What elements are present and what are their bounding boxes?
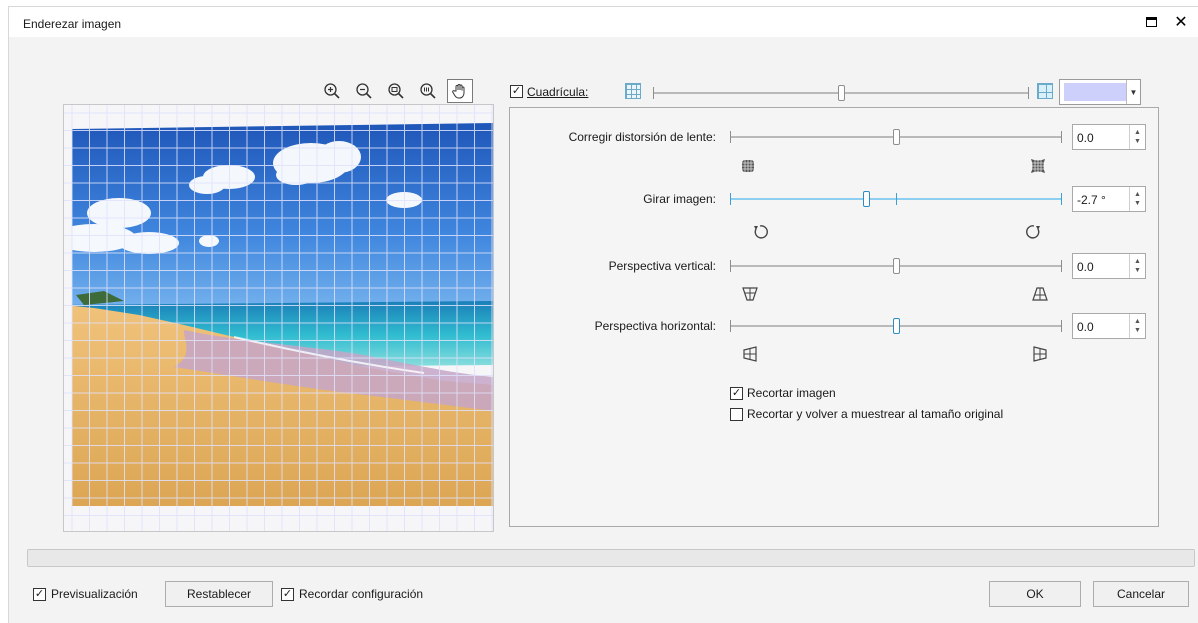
horizontal-perspective-field[interactable]: 0.0 ▲ ▼ xyxy=(1072,313,1146,339)
zoom-fit-button[interactable] xyxy=(383,79,409,103)
zoom-in-button[interactable] xyxy=(319,79,345,103)
crop-resample-label: Recortar y volver a muestrear al tamaño … xyxy=(747,407,1004,421)
close-button[interactable]: ✕ xyxy=(1169,11,1193,33)
crop-image-checkbox[interactable]: ✓ xyxy=(730,386,743,400)
remember-settings-checkbox[interactable]: ✓ xyxy=(281,587,294,601)
perspective-top-wide-icon xyxy=(742,287,758,301)
remember-settings-option[interactable]: ✓ Recordar configuración xyxy=(281,587,423,601)
crop-resample-checkbox[interactable] xyxy=(730,407,743,421)
grid-size-slider[interactable] xyxy=(653,85,1029,101)
dialog-window: Enderezar imagen ✕ ✓ Cuadrícula: ▼ Corre… xyxy=(8,6,1198,623)
remember-settings-label: Recordar configuración xyxy=(299,587,424,601)
maximize-icon xyxy=(1145,17,1157,27)
close-icon: ✕ xyxy=(1174,14,1188,31)
maximize-button[interactable] xyxy=(1139,11,1163,33)
rotate-image-field[interactable]: -2.7 ° ▲ ▼ xyxy=(1072,186,1146,212)
ok-button[interactable]: OK xyxy=(989,581,1081,607)
perspective-bottom-wide-icon xyxy=(1032,287,1048,301)
zoom-in-icon xyxy=(324,83,340,99)
dialog-title: Enderezar imagen xyxy=(23,17,122,31)
title-bar: Enderezar imagen ✕ xyxy=(9,7,1198,37)
spin-arrows-icon[interactable]: ▲ ▼ xyxy=(1129,254,1145,278)
spin-arrows-icon[interactable]: ▲ ▼ xyxy=(1129,314,1145,338)
zoom-out-button[interactable] xyxy=(351,79,377,103)
spin-arrows-icon[interactable]: ▲ ▼ xyxy=(1129,125,1145,149)
preview-checkbox[interactable]: ✓ xyxy=(33,587,46,601)
progress-bar xyxy=(27,549,1195,567)
correction-settings-panel: Corregir distorsión de lente: 0.0 ▲ ▼ Gir… xyxy=(509,107,1159,527)
chevron-down-icon[interactable]: ▼ xyxy=(1126,80,1140,104)
zoom-actual-icon xyxy=(420,83,436,99)
small-grid-icon xyxy=(625,83,641,99)
rotate-image-thumb[interactable] xyxy=(863,191,870,207)
crop-image-label: Recortar imagen xyxy=(747,386,836,400)
barrel-distortion-icon xyxy=(742,160,754,172)
lens-distortion-label: Corregir distorsión de lente: xyxy=(568,130,716,144)
grid-color-picker[interactable]: ▼ xyxy=(1059,79,1141,105)
grid-size-thumb[interactable] xyxy=(838,85,845,101)
grid-settings-row: ✓ Cuadrícula: ▼ xyxy=(509,79,1169,105)
vertical-perspective-field[interactable]: 0.0 ▲ ▼ xyxy=(1072,253,1146,279)
grid-checkbox[interactable]: ✓ xyxy=(510,85,523,98)
image-preview[interactable] xyxy=(63,104,494,532)
rotate-clockwise-icon xyxy=(1026,225,1040,239)
rotate-image-slider[interactable] xyxy=(730,191,1062,207)
grid-color-swatch xyxy=(1064,83,1126,101)
beach-photo xyxy=(64,105,493,531)
crop-image-option[interactable]: ✓ Recortar imagen xyxy=(730,386,836,400)
hand-pan-icon xyxy=(452,84,465,99)
lens-distortion-field[interactable]: 0.0 ▲ ▼ xyxy=(1072,124,1146,150)
grid-label: Cuadrícula: xyxy=(527,85,589,99)
horizontal-perspective-slider[interactable] xyxy=(730,318,1062,334)
zoom-fit-icon xyxy=(388,83,404,99)
rotate-image-label: Girar imagen: xyxy=(643,192,716,206)
preview-label: Previsualización xyxy=(51,587,138,601)
perspective-right-wide-icon xyxy=(743,346,757,362)
pincushion-distortion-icon xyxy=(1031,159,1045,173)
perspective-left-wide-icon xyxy=(1033,346,1047,362)
lens-distortion-slider[interactable] xyxy=(730,129,1062,145)
preview-option[interactable]: ✓ Previsualización xyxy=(33,587,138,601)
vertical-perspective-label: Perspectiva vertical: xyxy=(608,259,716,273)
vertical-perspective-slider[interactable] xyxy=(730,258,1062,274)
zoom-actual-button[interactable] xyxy=(415,79,441,103)
large-grid-icon xyxy=(1037,83,1053,99)
zoom-toolbar xyxy=(319,79,473,103)
vertical-perspective-thumb[interactable] xyxy=(893,258,900,274)
reset-button[interactable]: Restablecer xyxy=(165,581,273,607)
cancel-button[interactable]: Cancelar xyxy=(1093,581,1189,607)
horizontal-perspective-thumb[interactable] xyxy=(893,318,900,334)
horizontal-perspective-label: Perspectiva horizontal: xyxy=(594,319,716,333)
spin-arrows-icon[interactable]: ▲ ▼ xyxy=(1129,187,1145,211)
lens-distortion-thumb[interactable] xyxy=(893,129,900,145)
crop-resample-option[interactable]: Recortar y volver a muestrear al tamaño … xyxy=(730,407,1003,421)
zoom-out-icon xyxy=(356,83,372,99)
rotate-counterclockwise-icon xyxy=(754,225,768,239)
pan-button[interactable] xyxy=(447,79,473,103)
